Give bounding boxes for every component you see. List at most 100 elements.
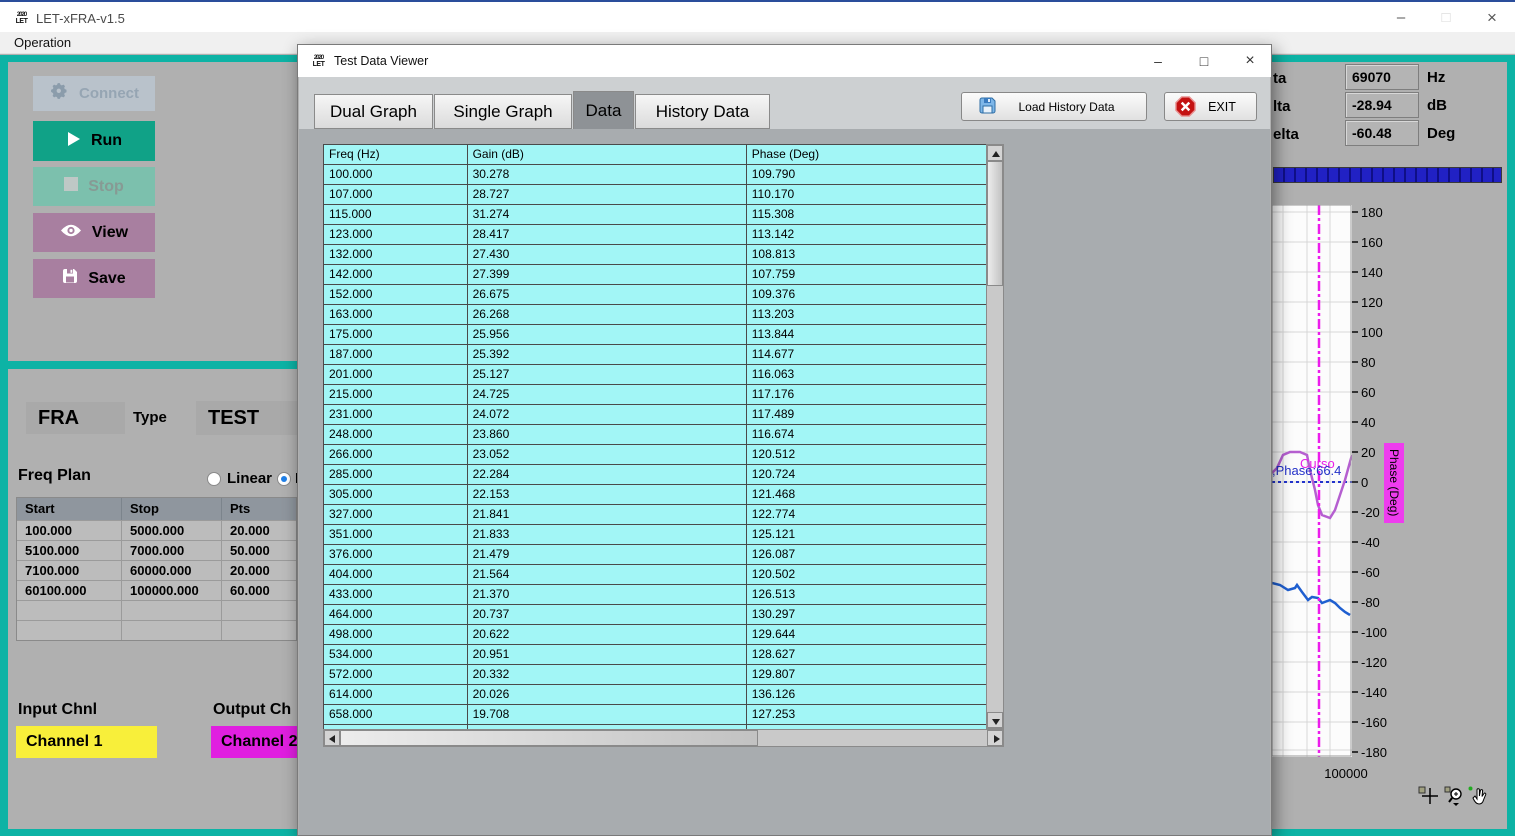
table-row[interactable]: 572.000 20.332 129.807 — [324, 665, 986, 685]
dialog-maximize-button[interactable]: □ — [1185, 48, 1223, 74]
output-channel-selector[interactable]: Channel 2 — [211, 726, 301, 758]
minimize-button[interactable]: – — [1386, 5, 1416, 31]
table-row[interactable]: 433.000 21.370 126.513 — [324, 585, 986, 605]
scroll-thumb-vertical[interactable] — [987, 161, 1003, 286]
table-row[interactable]: 351.000 21.833 125.121 — [324, 525, 986, 545]
y-tick: -80 — [1352, 595, 1402, 609]
x-axis-tick: 100000 — [1308, 766, 1384, 781]
radio-linear-circle[interactable] — [207, 472, 221, 486]
tab-history-data[interactable]: History Data — [635, 94, 770, 129]
load-history-data-button[interactable]: Load History Data — [961, 92, 1147, 121]
table-row[interactable]: 498.000 20.622 129.644 — [324, 625, 986, 645]
pan-hand-tool-icon[interactable] — [1468, 786, 1490, 806]
delta-freq-unit: Hz — [1427, 69, 1445, 86]
app-root: 2020LET LET-xFRA-v1.5 – □ × Operation Co… — [0, 0, 1515, 836]
table-row[interactable]: 658.000 19.708 127.253 — [324, 705, 986, 725]
delta-phase-unit: Deg — [1427, 125, 1455, 142]
output-channel-label: Output Ch — [213, 701, 291, 719]
table-row[interactable]: 100.000 30.278 109.790 — [324, 165, 986, 185]
tab-single-graph[interactable]: Single Graph — [434, 94, 572, 129]
radio-linear[interactable]: Linear — [207, 470, 272, 487]
teal-divider — [0, 361, 300, 369]
scroll-right-arrow[interactable] — [987, 730, 1003, 746]
scroll-up-arrow[interactable] — [987, 145, 1003, 161]
table-row[interactable]: 215.000 24.725 117.176 — [324, 385, 986, 405]
view-button[interactable]: View — [33, 213, 155, 252]
freq-plan-row[interactable] — [17, 620, 296, 640]
table-row[interactable]: 305.000 22.153 121.468 — [324, 485, 986, 505]
fra-mode-box[interactable]: FRA — [26, 402, 125, 434]
freq-plan-row[interactable]: 60100.000 100000.000 60.000 — [17, 580, 296, 600]
y-tick: 60 — [1352, 385, 1402, 399]
radio-log-circle[interactable] — [277, 472, 291, 486]
table-row[interactable]: 132.000 27.430 108.813 — [324, 245, 986, 265]
table-row[interactable]: 404.000 21.564 120.502 — [324, 565, 986, 585]
eye-icon — [60, 223, 82, 243]
maximize-button[interactable]: □ — [1431, 5, 1461, 31]
delta-gain-value: -28.94 — [1345, 92, 1419, 118]
floppy-icon — [62, 268, 78, 289]
close-button[interactable]: × — [1477, 5, 1507, 31]
table-row[interactable]: 266.000 23.052 120.512 — [324, 445, 986, 465]
tab-data[interactable]: Data — [573, 91, 634, 129]
table-row[interactable]: 142.000 27.399 107.759 — [324, 265, 986, 285]
run-button[interactable]: Run — [33, 121, 155, 161]
menu-operation[interactable]: Operation — [8, 34, 77, 51]
table-row[interactable]: 115.000 31.274 115.308 — [324, 205, 986, 225]
stop-button[interactable]: Stop — [33, 167, 155, 206]
tab-dual-graph[interactable]: Dual Graph — [314, 94, 433, 129]
table-row[interactable]: 175.000 25.956 113.844 — [324, 325, 986, 345]
scroll-left-arrow[interactable] — [324, 730, 340, 746]
dialog-close-button[interactable]: × — [1231, 48, 1269, 74]
connect-button[interactable]: Connect — [33, 76, 155, 111]
table-row[interactable]: 534.000 20.951 128.627 — [324, 645, 986, 665]
table-row[interactable]: 231.000 24.072 117.489 — [324, 405, 986, 425]
freq-plan-row[interactable]: 5100.000 7000.000 50.000 — [17, 540, 296, 560]
main-titlebar: 2020LET LET-xFRA-v1.5 – □ × — [0, 0, 1515, 32]
scroll-down-arrow[interactable] — [987, 712, 1003, 728]
table-row[interactable]: 163.000 26.268 113.203 — [324, 305, 986, 325]
y-tick: 80 — [1352, 355, 1402, 369]
table-row[interactable]: 285.000 22.284 120.724 — [324, 465, 986, 485]
y-tick: 100 — [1352, 325, 1402, 339]
table-row[interactable]: 376.000 21.479 126.087 — [324, 545, 986, 565]
zoom-tool-icon[interactable] — [1444, 786, 1466, 806]
y-tick: -120 — [1352, 655, 1402, 669]
phase-axis-label: Phase (Deg) — [1384, 443, 1404, 523]
freq-plan-row[interactable]: 100.000 5000.000 20.000 — [17, 520, 296, 540]
load-disk-icon — [978, 96, 997, 118]
table-row[interactable]: 187.000 25.392 114.677 — [324, 345, 986, 365]
data-table: Freq (Hz) Gain (dB) Phase (Deg) 100.000 … — [323, 144, 1005, 730]
y-tick: 40 — [1352, 415, 1402, 429]
vertical-scrollbar[interactable] — [986, 144, 1004, 729]
data-grid: Freq (Hz) Gain (dB) Phase (Deg) 100.000 … — [323, 144, 987, 730]
freq-plan-table[interactable]: Start Stop Pts 100.000 5000.000 20.000 5… — [16, 497, 297, 641]
teal-left-border — [0, 55, 8, 836]
freq-plan-row[interactable]: 7100.000 60000.000 20.000 — [17, 560, 296, 580]
y-tick: 120 — [1352, 295, 1402, 309]
table-row[interactable]: 152.000 26.675 109.376 — [324, 285, 986, 305]
exit-button[interactable]: EXIT — [1164, 92, 1257, 121]
input-channel-selector[interactable]: Channel 1 — [16, 726, 157, 758]
table-row[interactable]: 107.000 28.727 110.170 — [324, 185, 986, 205]
data-table-header: Freq (Hz) Gain (dB) Phase (Deg) — [324, 145, 986, 165]
table-row[interactable]: 464.000 20.737 130.297 — [324, 605, 986, 625]
crosshair-tool-icon[interactable] — [1418, 786, 1440, 806]
table-row[interactable]: 201.000 25.127 116.063 — [324, 365, 986, 385]
freq-plan-body: 100.000 5000.000 20.000 5100.000 7000.00… — [17, 520, 296, 640]
save-button[interactable]: Save — [33, 259, 155, 298]
phase-graph-plot[interactable] — [1272, 205, 1352, 757]
dialog-minimize-button[interactable]: – — [1139, 48, 1177, 74]
freq-plan-row[interactable] — [17, 600, 296, 620]
delta-gain-unit: dB — [1427, 97, 1447, 114]
table-row[interactable]: 614.000 20.026 136.126 — [324, 685, 986, 705]
table-row[interactable]: 123.000 28.417 113.142 — [324, 225, 986, 245]
data-table-body[interactable]: 100.000 30.278 109.790 107.000 28.727 11… — [324, 165, 986, 729]
scroll-thumb-horizontal[interactable] — [340, 730, 758, 746]
type-value-box[interactable]: TEST — [196, 401, 300, 435]
horizontal-scrollbar[interactable] — [323, 729, 1004, 747]
table-row[interactable]: 327.000 21.841 122.774 — [324, 505, 986, 525]
delta-gain-label: lta — [1273, 98, 1291, 115]
test-data-viewer-dialog: 2020LET Test Data Viewer – □ × Dual Grap… — [297, 44, 1272, 836]
table-row[interactable]: 248.000 23.860 116.674 — [324, 425, 986, 445]
